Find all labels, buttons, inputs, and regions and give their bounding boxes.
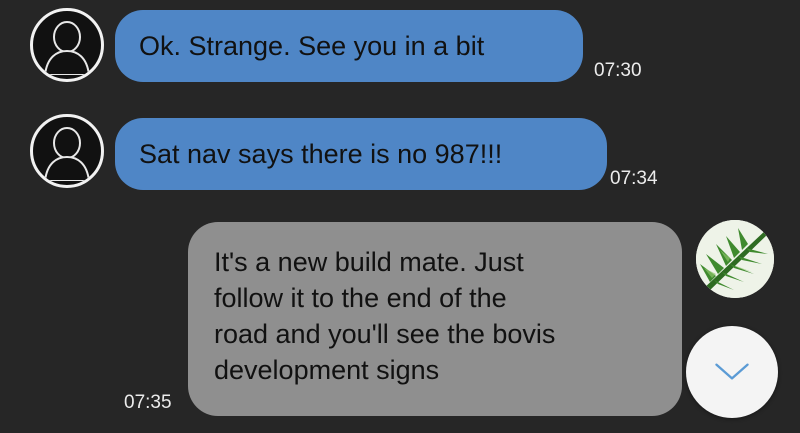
message-text-line: road and you'll see the bovis — [214, 319, 556, 349]
message-text-line: development signs — [214, 355, 440, 385]
own-avatar[interactable] — [696, 220, 774, 298]
chevron-down-icon — [715, 363, 749, 380]
message-text: Ok. Strange. See you in a bit — [139, 30, 485, 61]
message-text-line: It's a new build mate. Just — [214, 247, 524, 277]
message-text: Sat nav says there is no 987!!! — [139, 138, 503, 169]
contact-avatar[interactable] — [30, 114, 104, 188]
message-timestamp: 07:30 — [594, 60, 642, 81]
contact-avatar[interactable] — [30, 8, 104, 82]
person-silhouette-icon — [43, 127, 91, 181]
fern-leaf-icon — [696, 220, 774, 298]
message-bubble-incoming[interactable]: Ok. Strange. See you in a bit — [115, 10, 583, 82]
scroll-to-bottom-button[interactable] — [686, 326, 778, 418]
message-timestamp: 07:35 — [124, 392, 172, 413]
message-timestamp: 07:34 — [610, 168, 658, 189]
message-bubble-incoming[interactable]: Sat nav says there is no 987!!! — [115, 118, 607, 190]
message-text-line: follow it to the end of the — [214, 283, 507, 313]
message-bubble-outgoing[interactable]: It's a new build mate. Just follow it to… — [188, 222, 682, 416]
person-silhouette-icon — [43, 21, 91, 75]
chat-screen: Ok. Strange. See you in a bit 07:30 Sat … — [0, 0, 800, 433]
